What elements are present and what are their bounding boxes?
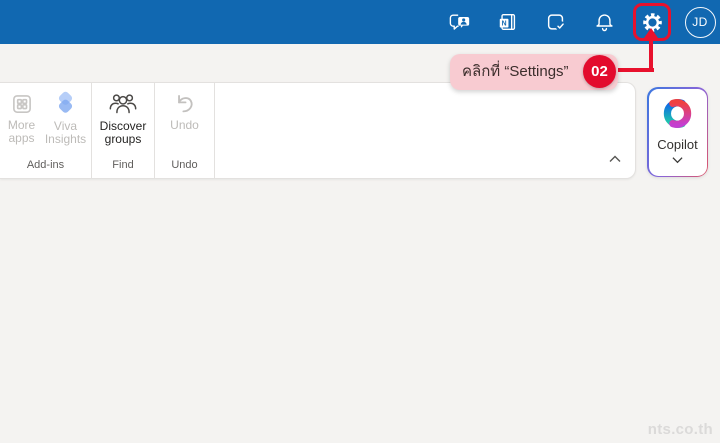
content-area: nts.co.th xyxy=(0,180,720,443)
watermark: nts.co.th xyxy=(647,421,713,438)
onenote-feed-button[interactable]: N xyxy=(492,6,524,38)
copilot-label: Copilot xyxy=(657,136,698,152)
ribbon-group-find: Discover groups Find xyxy=(92,83,155,178)
button-label: Discover groups xyxy=(99,119,147,146)
top-app-bar: N JD xyxy=(0,0,720,44)
collapse-ribbon-button[interactable] xyxy=(607,152,623,166)
annotation-arrow-up-icon xyxy=(644,28,658,38)
avatar: JD xyxy=(684,6,716,38)
button-label: More apps xyxy=(7,118,36,145)
ribbon-group-label: Find xyxy=(112,159,134,171)
ribbon-toolbar: More apps Viva Insights Add-ins Discover… xyxy=(0,82,636,179)
svg-text:N: N xyxy=(502,21,507,28)
annotation-connector-horizontal xyxy=(612,68,654,72)
undo-arrow-icon xyxy=(172,91,198,117)
viva-insights-button[interactable]: Viva Insights xyxy=(42,88,90,146)
people-group-icon xyxy=(108,91,138,118)
undo-button[interactable]: Undo xyxy=(156,88,213,132)
chevron-down-icon xyxy=(672,156,683,164)
chat-icon xyxy=(448,11,472,33)
chevron-up-icon xyxy=(609,155,621,163)
copilot-logo-icon xyxy=(663,98,692,128)
ribbon-group-addins: More apps Viva Insights Add-ins xyxy=(0,83,92,178)
notifications-button[interactable] xyxy=(588,6,620,38)
ribbon-empty-area xyxy=(215,83,635,178)
account-button[interactable]: JD xyxy=(684,6,716,38)
onenote-feed-icon: N xyxy=(497,11,519,33)
copilot-button[interactable]: Copilot xyxy=(647,87,708,177)
ribbon-group-undo: Undo Undo xyxy=(155,83,215,178)
annotation-connector-vertical xyxy=(649,36,653,72)
chat-button[interactable] xyxy=(444,6,476,38)
button-label: Undo xyxy=(170,118,199,132)
annotation-step-badge: 02 xyxy=(583,55,616,88)
notifications-bell-icon xyxy=(594,12,615,33)
button-label: Viva Insights xyxy=(44,119,87,146)
ribbon-group-label: Undo xyxy=(171,159,198,171)
more-apps-button[interactable]: More apps xyxy=(2,88,42,145)
discover-groups-button[interactable]: Discover groups xyxy=(92,88,154,146)
my-day-button[interactable] xyxy=(540,6,572,38)
viva-insights-icon xyxy=(52,91,79,118)
my-day-check-icon xyxy=(545,11,567,33)
apps-grid-icon xyxy=(9,91,35,117)
ribbon-group-label: Add-ins xyxy=(26,159,65,171)
